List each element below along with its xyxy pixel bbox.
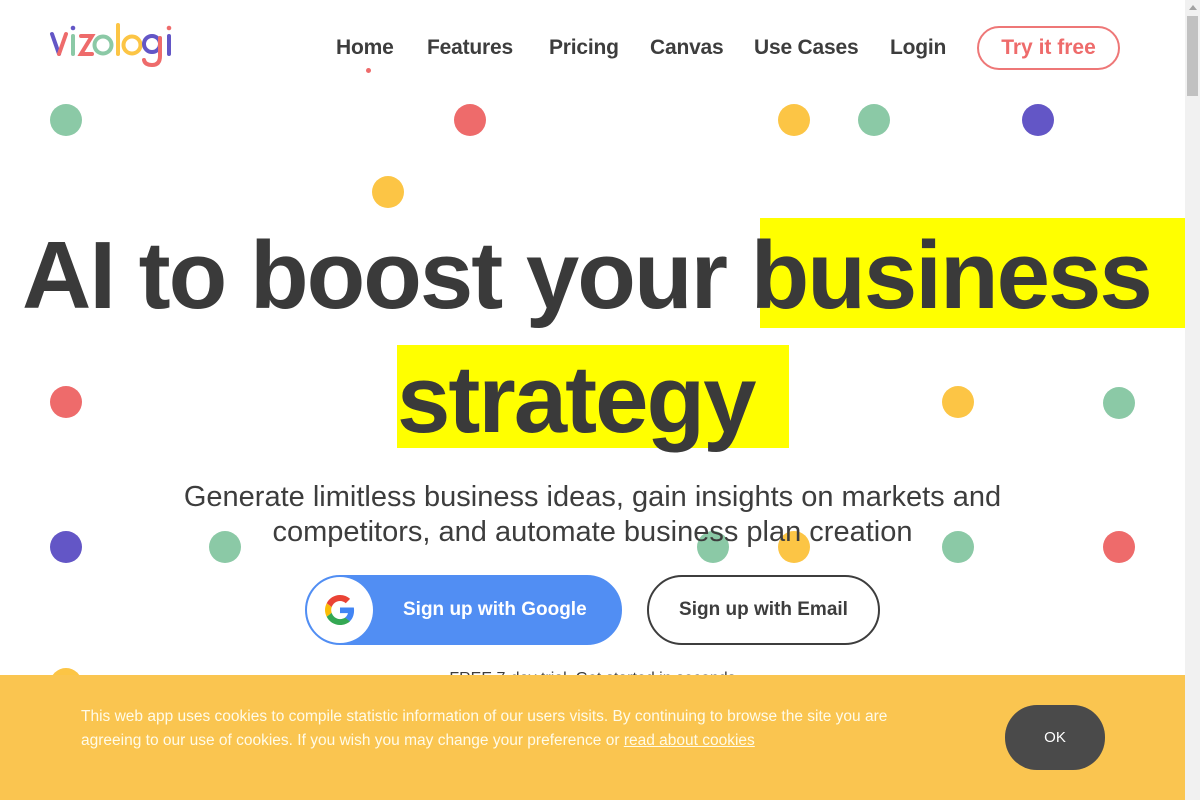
sign-up-google-button[interactable]: Sign up with Google [305,575,622,645]
page-scrollbar[interactable] [1185,0,1200,800]
decorative-dot [372,176,404,208]
cookie-message: This web app uses cookies to compile sta… [81,708,888,749]
subtitle-line-1: Generate limitless business ideas, gain … [183,481,1002,513]
headline-business: business [750,222,1153,329]
active-nav-indicator [366,68,371,73]
sign-up-email-button[interactable]: Sign up with Email [647,575,880,645]
scrollbar-thumb[interactable] [1187,16,1198,96]
decorative-dot [858,104,890,136]
decorative-dot [454,104,486,136]
try-it-free-button[interactable]: Try it free [977,26,1120,70]
decorative-dot [1103,387,1135,419]
hero-subtitle: Generate limitless business ideas, gain … [0,480,1185,550]
google-icon [325,595,355,625]
page: Home Features Pricing Canvas Use Cases L… [0,0,1185,800]
decorative-dot [50,386,82,418]
nav-features[interactable]: Features [427,36,513,60]
nav-pricing[interactable]: Pricing [549,36,619,60]
headline-strategy: strategy [397,346,756,453]
subtitle-line-2: competitors, and automate business plan … [272,516,913,548]
nav-canvas[interactable]: Canvas [650,36,724,60]
cookie-text: This web app uses cookies to compile sta… [81,705,951,753]
decorative-dot [50,104,82,136]
hero-headline: AI to boost your business [22,228,1153,324]
cookie-ok-button[interactable]: OK [1005,705,1105,770]
decorative-dot [778,104,810,136]
headline-plain: AI to boost your [22,222,728,329]
nav-login[interactable]: Login [890,36,946,60]
cookie-banner: This web app uses cookies to compile sta… [0,675,1185,800]
google-logo-container [307,577,373,643]
scroll-up-arrow-icon[interactable] [1185,0,1200,15]
google-button-label: Sign up with Google [403,599,587,620]
read-about-cookies-link[interactable]: read about cookies [624,732,755,749]
decorative-dot [942,386,974,418]
nav-use-cases[interactable]: Use Cases [754,36,859,60]
nav-home[interactable]: Home [336,36,394,60]
decorative-dot [1022,104,1054,136]
